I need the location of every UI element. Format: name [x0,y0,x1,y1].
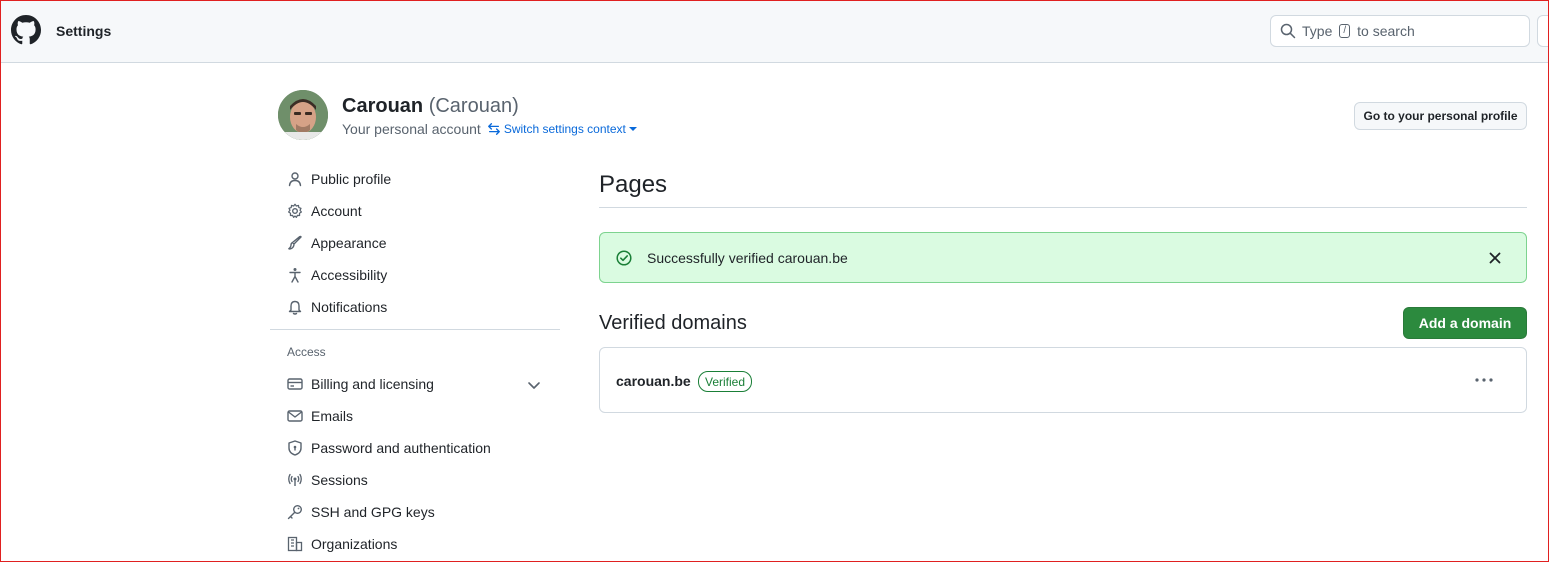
sidebar-item-label: Notifications [311,299,388,315]
kebab-menu-icon[interactable] [1474,372,1494,388]
profile-subtitle: Your personal account Switch settings co… [342,121,637,137]
accessibility-icon [289,268,301,283]
title-divider [599,207,1527,208]
caret-down-icon [628,127,637,131]
avatar[interactable] [278,90,328,140]
broadcast-icon [288,473,302,486]
check-circle-icon [616,249,632,266]
sidebar-item-label: SSH and GPG keys [311,504,435,520]
switch-settings-context[interactable]: Switch settings context [487,122,637,136]
search-suffix: to search [1357,23,1415,39]
person-icon [288,172,302,187]
sidebar-heading-access: Access [287,345,326,359]
profile-handle: (Carouan) [428,95,519,117]
success-flash: Successfully verified carouan.be [599,232,1527,283]
sidebar-item-organizations[interactable]: Organizations [270,528,560,560]
sidebar-item-label: Accessibility [311,267,388,283]
sidebar-item-label: Password and authentication [311,440,491,456]
credit-card-icon [287,378,303,390]
bell-icon [288,300,302,315]
sidebar-item-billing[interactable]: Billing and licensing [270,368,560,400]
search-input[interactable]: Type / to search [1270,15,1530,47]
search-shortcut-key: / [1339,24,1351,38]
sidebar-item-account[interactable]: Account [270,195,560,227]
sidebar-item-label: Public profile [311,171,392,187]
sidebar-item-password[interactable]: Password and authentication [270,432,560,464]
shield-lock-icon [288,440,302,456]
sidebar-item-notifications[interactable]: Notifications [270,291,560,323]
domain-list: carouan.be Verified [599,347,1527,413]
organization-icon [287,536,303,552]
settings-sidebar: Public profile Account Appearance Access… [270,163,560,560]
page-title: Pages [599,171,668,198]
sidebar-item-accessibility[interactable]: Accessibility [270,259,560,291]
sidebar-item-label: Billing and licensing [311,376,434,392]
sidebar-item-ssh-gpg[interactable]: SSH and GPG keys [270,496,560,528]
copilot-button[interactable] [1537,15,1549,47]
avatar-photo [278,90,328,140]
add-domain-button[interactable]: Add a domain [1403,307,1527,339]
app-header: Settings Type / to search [0,0,1549,63]
sidebar-item-label: Account [311,203,362,219]
sidebar-item-public-profile[interactable]: Public profile [270,163,560,195]
sidebar-item-label: Sessions [311,472,368,488]
search-icon [1280,23,1296,39]
chevron-down-icon[interactable] [526,377,542,393]
close-icon[interactable] [1487,250,1503,266]
arrow-switch-icon [487,123,500,135]
account-type-label: Your personal account [342,121,481,137]
sidebar-divider [270,329,560,330]
sidebar-item-label: Appearance [311,235,387,251]
gear-icon [288,203,302,218]
paintbrush-icon [288,235,302,250]
github-logo-icon[interactable] [11,15,41,45]
search-prefix: Type [1302,23,1333,39]
header-title[interactable]: Settings [56,23,111,39]
sidebar-item-emails[interactable]: Emails [270,400,560,432]
domain-name[interactable]: carouan.be [616,373,691,389]
go-to-profile-button[interactable]: Go to your personal profile [1354,102,1527,130]
sidebar-item-appearance[interactable]: Appearance [270,227,560,259]
mail-icon [287,410,303,422]
switch-settings-label: Switch settings context [503,122,626,136]
key-icon [287,505,302,520]
profile-display-name[interactable]: Carouan [342,95,423,117]
sidebar-item-label: Emails [311,408,354,424]
section-title-verified-domains: Verified domains [599,312,747,334]
sidebar-item-label: Organizations [311,536,398,552]
profile-name: Carouan (Carouan) [342,95,519,118]
sidebar-item-sessions[interactable]: Sessions [270,464,560,496]
status-badge: Verified [698,371,753,392]
flash-message: Successfully verified carouan.be [647,249,848,266]
